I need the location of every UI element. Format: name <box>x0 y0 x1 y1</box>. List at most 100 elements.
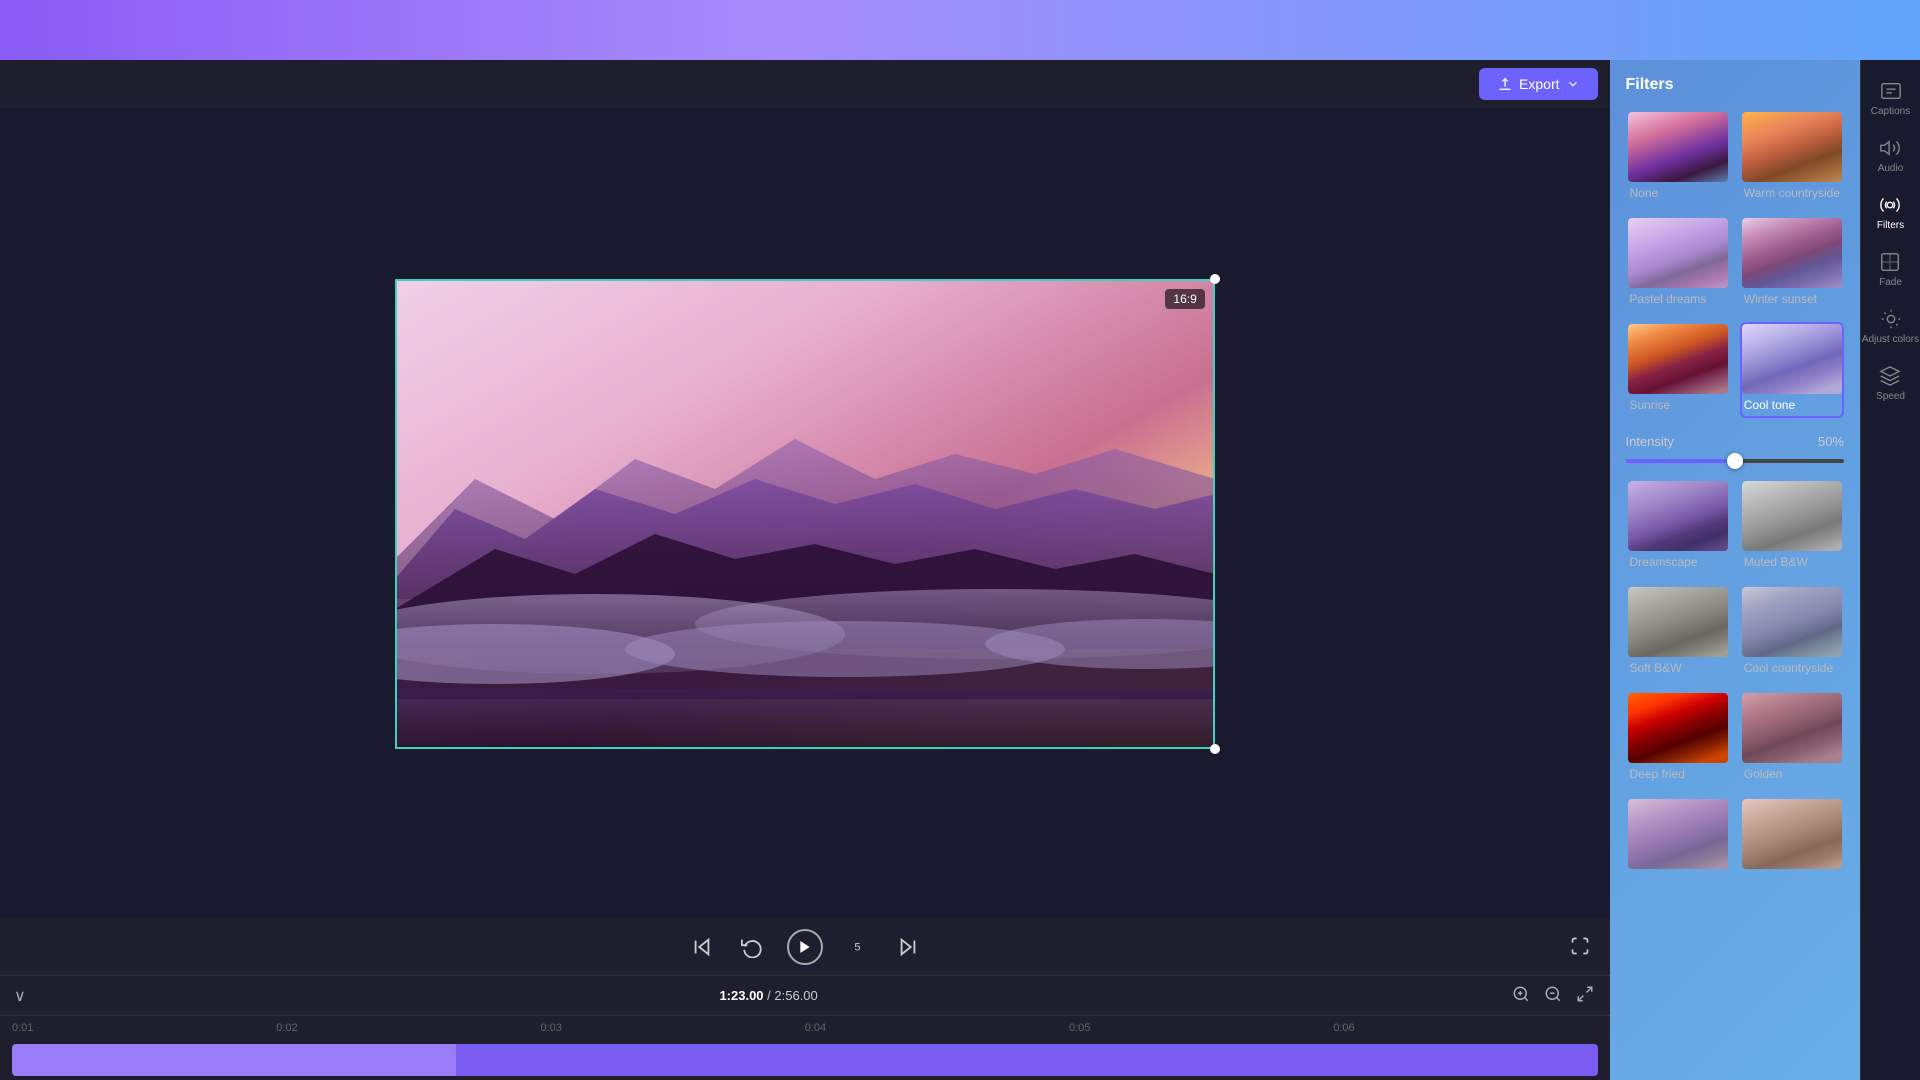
filter-label-deep-fried: Deep fried <box>1628 767 1728 785</box>
sidebar-item-audio[interactable]: Audio <box>1878 137 1904 174</box>
sidebar-item-adjust-colors[interactable]: Adjust colors <box>1862 308 1919 345</box>
video-canvas: 16:9 <box>0 108 1610 919</box>
fade-icon <box>1879 251 1901 273</box>
filter-label-muted-bw: Muted B&W <box>1742 555 1842 573</box>
filter-thumbnail-golden <box>1742 693 1842 763</box>
intensity-slider-thumb[interactable] <box>1727 453 1743 469</box>
ruler-tick-3: 0:03 <box>541 1022 805 1034</box>
skip-back-button[interactable] <box>687 932 717 962</box>
video-svg <box>395 279 1215 749</box>
filter-label-warm-countryside: Warm countryside <box>1742 186 1842 204</box>
filter-item-soft-bw[interactable]: Soft B&W <box>1626 585 1730 681</box>
video-toolbar: Export <box>0 60 1610 108</box>
fade-label: Fade <box>1879 277 1902 288</box>
svg-text:5: 5 <box>854 942 860 954</box>
corner-handle-top-right[interactable] <box>1210 274 1220 284</box>
audio-label: Audio <box>1878 163 1904 174</box>
filter-label-soft-bw: Soft B&W <box>1628 661 1728 679</box>
rewind-button[interactable] <box>737 932 767 962</box>
filter-item-sunrise[interactable]: Sunrise <box>1626 322 1730 418</box>
filter-label-cool-countryside: Cool countryside <box>1742 661 1842 679</box>
fit-button[interactable] <box>1573 982 1597 1009</box>
filter-thumbnail-sunrise <box>1628 324 1728 394</box>
filter-thumbnail-extra1 <box>1628 799 1728 869</box>
filter-label-pastel-dreams: Pastel dreams <box>1628 292 1728 310</box>
filter-item-dreamscape[interactable]: Dreamscape <box>1626 479 1730 575</box>
filter-thumbnail-extra2 <box>1742 799 1842 869</box>
speed-icon <box>1879 365 1901 387</box>
sidebar-item-speed[interactable]: Speed <box>1876 365 1905 402</box>
ruler-tick-4: 0:04 <box>805 1022 1069 1034</box>
filter-item-cool-countryside[interactable]: Cool countryside <box>1740 585 1844 681</box>
export-label: Export <box>1519 76 1559 92</box>
captions-label: Captions <box>1871 106 1910 117</box>
filter-label-extra2 <box>1742 873 1842 877</box>
ruler-tick-6: 0:06 <box>1333 1022 1597 1034</box>
filter-label-none: None <box>1628 186 1728 204</box>
timeline-header: ∨ 1:23.00 / 2:56.00 <box>0 976 1610 1016</box>
intensity-value: 50% <box>1818 434 1844 449</box>
audio-icon <box>1879 137 1901 159</box>
ruler-tick-2: 0:02 <box>276 1022 540 1034</box>
filter-thumbnail-winter-sunset <box>1742 218 1842 288</box>
intensity-slider-track[interactable] <box>1626 459 1845 463</box>
main-area: Export <box>0 60 1920 1080</box>
timeline-collapse-button[interactable]: ∨ <box>12 984 28 1008</box>
intensity-slider-fill <box>1626 459 1735 463</box>
timeline-area: ∨ 1:23.00 / 2:56.00 <box>0 975 1610 1080</box>
play-button[interactable] <box>787 929 823 965</box>
filter-label-golden: Golden <box>1742 767 1842 785</box>
filters-label: Filters <box>1877 220 1904 231</box>
filter-thumbnail-cool-tone <box>1742 324 1842 394</box>
filter-label-cool-tone: Cool tone <box>1742 398 1842 416</box>
filter-thumbnail-soft-bw <box>1628 587 1728 657</box>
playback-controls: 5 <box>0 919 1610 975</box>
timeline-track-fill <box>12 1044 456 1076</box>
timeline-time: 1:23.00 / 2:56.00 <box>719 988 817 1003</box>
sidebar-icons: Captions Audio Filters <box>1860 60 1920 1080</box>
filter-content: Filters None Warm countryside <box>1610 60 1861 1080</box>
filter-item-muted-bw[interactable]: Muted B&W <box>1740 479 1844 575</box>
timeline-ruler: 0:01 0:02 0:03 0:04 0:05 0:06 <box>0 1016 1610 1040</box>
sidebar-item-fade[interactable]: Fade <box>1879 251 1902 288</box>
right-panels: Filters None Warm countryside <box>1610 60 1920 1080</box>
filter-thumbnail-cool-countryside <box>1742 587 1842 657</box>
adjust-colors-label: Adjust colors <box>1862 334 1919 345</box>
total-time: 2:56.00 <box>774 988 817 1003</box>
intensity-section: Intensity 50% <box>1626 434 1845 463</box>
top-background <box>0 0 1920 60</box>
sidebar-item-captions[interactable]: Captions <box>1871 80 1910 117</box>
filter-panel: Filters None Warm countryside <box>1610 60 1861 1080</box>
filter-item-deep-fried[interactable]: Deep fried <box>1626 691 1730 787</box>
forward-5s-button[interactable]: 5 <box>843 932 873 962</box>
filter-item-extra2[interactable] <box>1740 797 1844 879</box>
filter-thumbnail-muted-bw <box>1742 481 1842 551</box>
filter-item-cool-tone[interactable]: Cool tone <box>1740 322 1844 418</box>
timeline-track[interactable] <box>12 1044 1598 1076</box>
ruler-tick-1: 0:01 <box>12 1022 276 1034</box>
chevron-down-icon <box>1566 77 1580 91</box>
filter-item-none[interactable]: None <box>1626 110 1730 206</box>
speed-label: Speed <box>1876 391 1905 402</box>
captions-icon <box>1880 80 1902 102</box>
export-button[interactable]: Export <box>1479 68 1597 100</box>
filter-item-golden[interactable]: Golden <box>1740 691 1844 787</box>
zoom-in-button[interactable] <box>1509 982 1533 1009</box>
skip-forward-button[interactable] <box>893 932 923 962</box>
sidebar-item-filters[interactable]: Filters <box>1877 194 1904 231</box>
filter-label-winter-sunset: Winter sunset <box>1742 292 1842 310</box>
filter-item-warm-countryside[interactable]: Warm countryside <box>1740 110 1844 206</box>
current-time: 1:23.00 <box>719 988 763 1003</box>
filter-thumbnail-deep-fried <box>1628 693 1728 763</box>
corner-handle-bottom-right[interactable] <box>1210 744 1220 754</box>
filter-label-dreamscape: Dreamscape <box>1628 555 1728 573</box>
filter-thumbnail-dreamscape <box>1628 481 1728 551</box>
fullscreen-button[interactable] <box>1570 936 1590 959</box>
filter-item-pastel-dreams[interactable]: Pastel dreams <box>1626 216 1730 312</box>
intensity-header: Intensity 50% <box>1626 434 1845 449</box>
intensity-label: Intensity <box>1626 434 1674 449</box>
filter-item-winter-sunset[interactable]: Winter sunset <box>1740 216 1844 312</box>
filter-item-extra1[interactable] <box>1626 797 1730 879</box>
video-frame: 16:9 <box>395 279 1215 749</box>
zoom-out-button[interactable] <box>1541 982 1565 1009</box>
